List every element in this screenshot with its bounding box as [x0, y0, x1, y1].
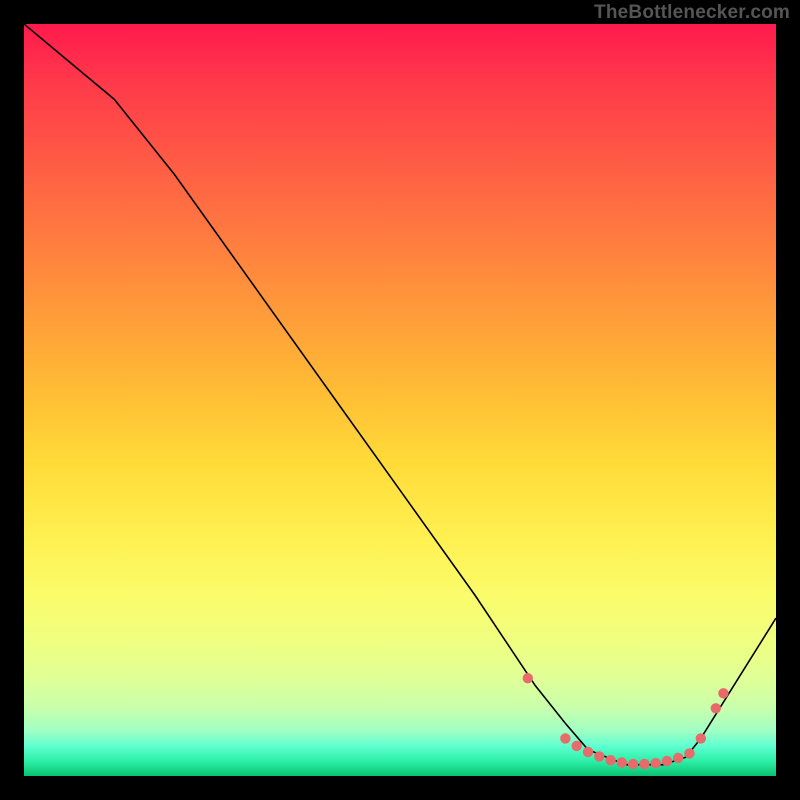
marker-dot — [639, 759, 649, 769]
marker-dot — [605, 755, 615, 765]
curve-path — [24, 24, 776, 765]
marker-dot — [718, 688, 728, 698]
chart-overlay — [24, 24, 776, 776]
watermark-text: TheBottlenecker.com — [594, 2, 790, 24]
marker-dot — [560, 733, 570, 743]
chart-container: TheBottlenecker.com — [0, 0, 800, 800]
marker-group — [523, 673, 729, 769]
marker-dot — [523, 673, 533, 683]
marker-dot — [583, 747, 593, 757]
marker-dot — [673, 753, 683, 763]
marker-dot — [572, 741, 582, 751]
marker-dot — [594, 751, 604, 761]
marker-dot — [696, 733, 706, 743]
marker-dot — [617, 757, 627, 767]
marker-dot — [628, 759, 638, 769]
marker-dot — [711, 703, 721, 713]
marker-dot — [662, 756, 672, 766]
marker-dot — [651, 758, 661, 768]
marker-dot — [684, 748, 694, 758]
